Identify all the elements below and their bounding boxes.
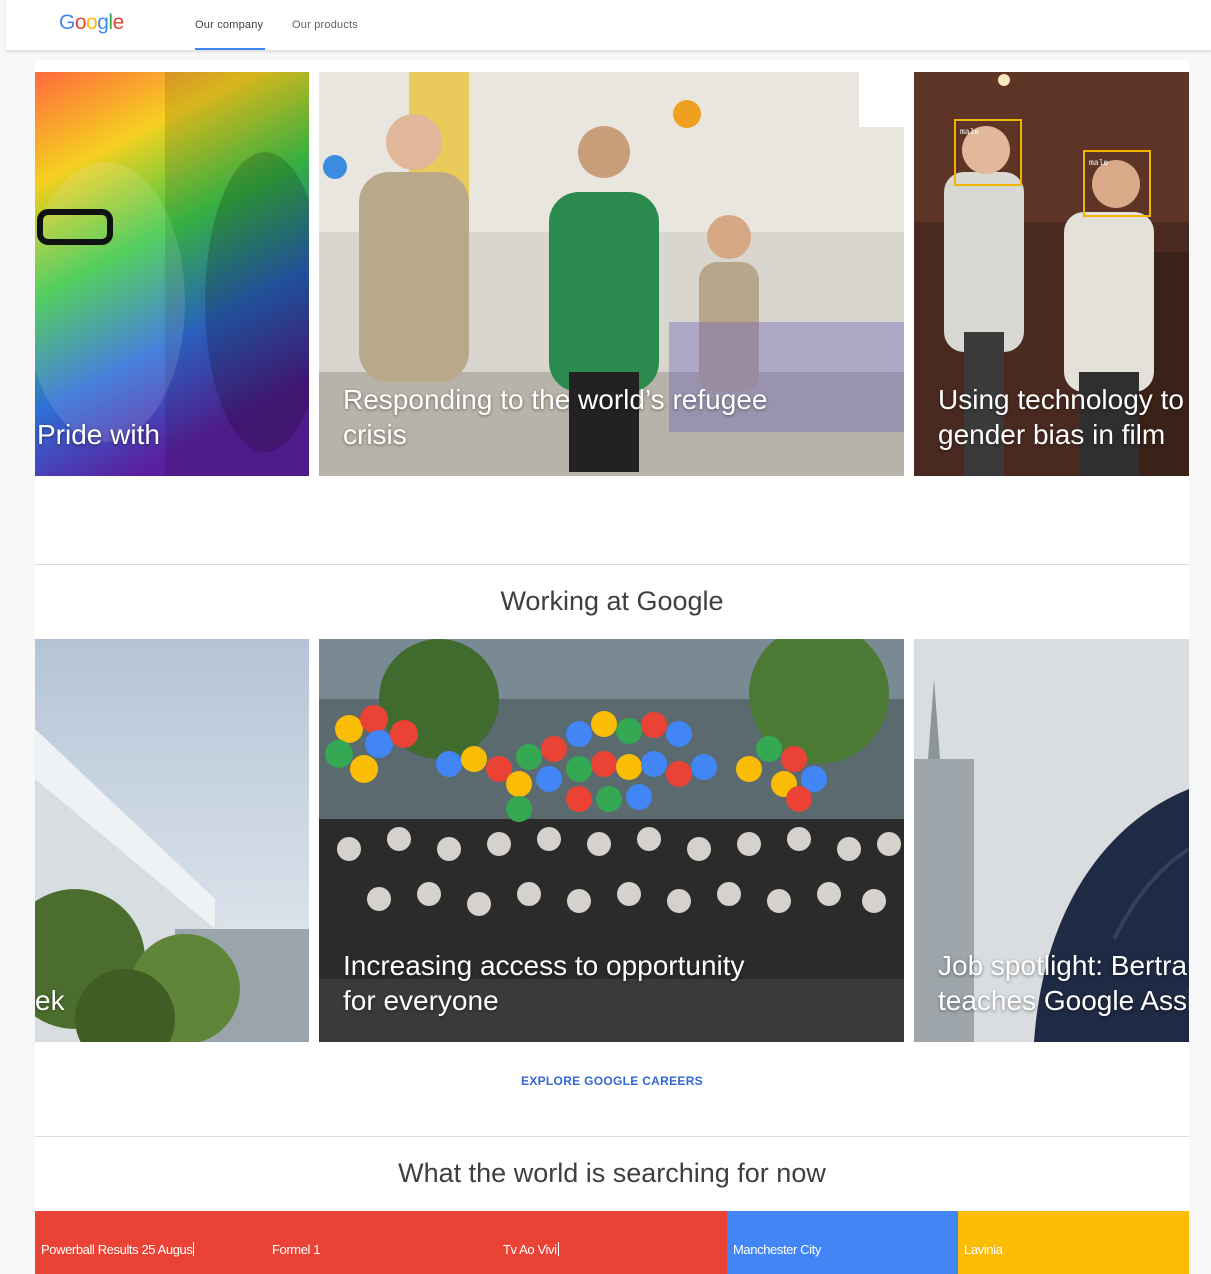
- story-caption: Responding to the world’s refugee crisis: [343, 382, 767, 452]
- caption-line: crisis: [343, 419, 407, 450]
- tab-our-products[interactable]: Our products: [292, 19, 358, 31]
- working-caption: ek: [35, 983, 65, 1018]
- google-logo[interactable]: Google: [59, 11, 124, 35]
- working-at-google-heading: Working at Google: [500, 586, 724, 616]
- story-caption: Pride with: [37, 417, 160, 452]
- typing-caret: [557, 1242, 559, 1256]
- logo-letter: o: [86, 11, 98, 34]
- caption-line: for everyone: [343, 985, 499, 1016]
- pride-image: [35, 72, 309, 476]
- caption-line: ek: [35, 985, 65, 1016]
- section-divider: [35, 1136, 1189, 1137]
- logo-letter: o: [74, 11, 87, 34]
- trend-label: Tv Ao Vivi: [503, 1242, 559, 1257]
- top-navigation-bar: Google Our company Our products: [6, 0, 1211, 51]
- trend-tile[interactable]: Tv Ao Vivi: [497, 1211, 727, 1274]
- explore-careers-link[interactable]: EXPLORE GOOGLE CAREERS: [35, 1074, 1189, 1088]
- story-caption: Using technology to gender bias in film: [938, 382, 1184, 452]
- working-caption: Increasing access to opportunity for eve…: [343, 948, 745, 1018]
- trending-heading: What the world is searching for now: [398, 1158, 826, 1188]
- trend-tile[interactable]: Lavinia: [958, 1211, 1189, 1274]
- working-caption: Job spotlight: Bertrar teaches Google As…: [938, 948, 1189, 1018]
- trend-label: Lavinia: [964, 1242, 1003, 1257]
- trend-label: Formel 1: [272, 1242, 321, 1257]
- logo-letter: g: [97, 11, 109, 34]
- story-card-gender-bias[interactable]: male male Using technology to gender bia…: [914, 72, 1189, 476]
- tab-our-company[interactable]: Our company: [195, 19, 263, 31]
- face-tag: male: [1089, 159, 1108, 168]
- caption-line: Responding to the world’s refugee: [343, 384, 768, 415]
- trending-searches-strip: Powerball Results 25 Augus Formel 1 Tv A…: [35, 1211, 1189, 1274]
- caption-line: Using technology to: [938, 384, 1184, 415]
- story-card-refugee[interactable]: Responding to the world’s refugee crisis: [319, 72, 904, 476]
- building-image: [35, 639, 309, 1042]
- typing-caret: [193, 1242, 195, 1256]
- caption-line: gender bias in film: [938, 419, 1166, 450]
- caption-line: Job spotlight: Bertrar: [938, 950, 1189, 981]
- working-card-building[interactable]: ek: [35, 639, 309, 1042]
- logo-letter: G: [59, 11, 75, 34]
- caption-line: Increasing access to opportunity: [343, 950, 745, 981]
- working-card-job-spotlight[interactable]: Job spotlight: Bertrar teaches Google As…: [914, 639, 1189, 1042]
- face-tag: male: [960, 128, 979, 137]
- trend-label: Manchester City: [733, 1242, 821, 1257]
- trend-tile[interactable]: Manchester City: [727, 1211, 958, 1274]
- trend-tile[interactable]: Powerball Results 25 Augus: [35, 1211, 266, 1274]
- section-divider: [35, 564, 1189, 565]
- working-card-opportunity[interactable]: Increasing access to opportunity for eve…: [319, 639, 904, 1042]
- caption-line: Pride with: [37, 419, 160, 450]
- caption-line: teaches Google Assi: [938, 985, 1189, 1016]
- story-card-pride[interactable]: Pride with: [35, 72, 309, 476]
- logo-letter: e: [112, 11, 125, 34]
- active-tab-indicator: [195, 48, 265, 50]
- trend-tile[interactable]: Formel 1: [266, 1211, 497, 1274]
- trend-label: Powerball Results 25 Augus: [41, 1242, 195, 1257]
